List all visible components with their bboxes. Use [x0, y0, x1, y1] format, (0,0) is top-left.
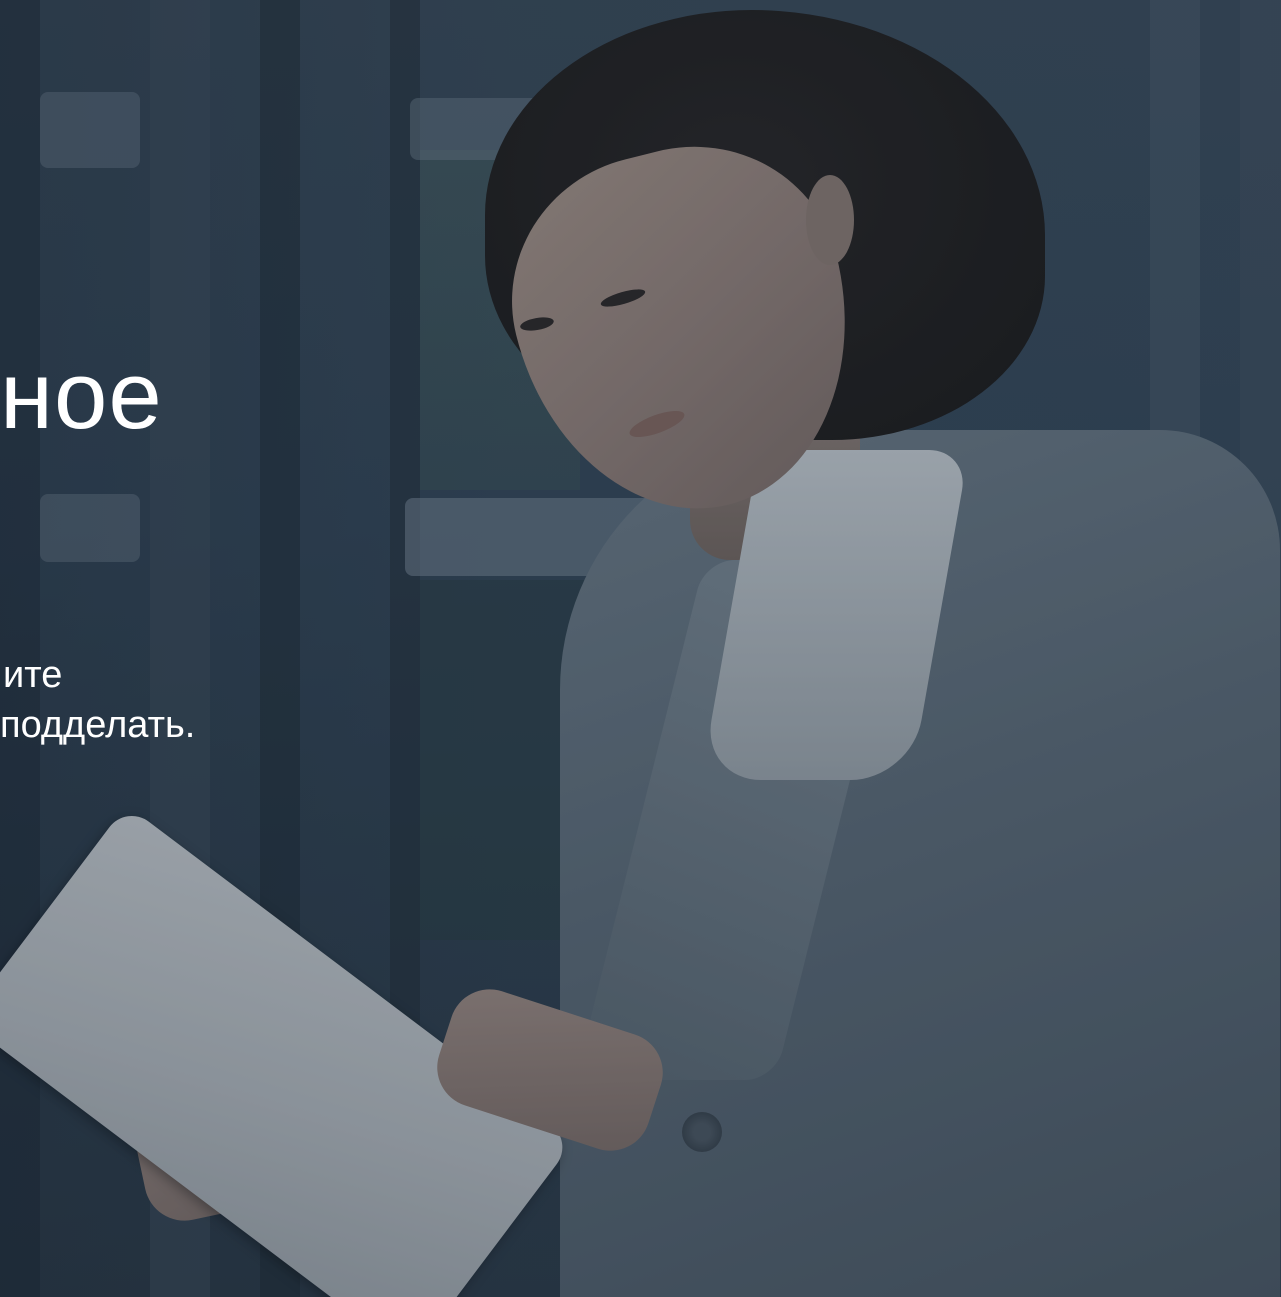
- hero-subtext-line-1: ите: [3, 654, 63, 696]
- hero-subtext: ите подделать.: [0, 650, 195, 750]
- hero-subtext-line-2: подделать.: [0, 704, 196, 746]
- dark-overlay: [0, 0, 1281, 1297]
- hero-headline: ное: [0, 342, 163, 449]
- hero-banner: ное ите подделать.: [0, 0, 1281, 1297]
